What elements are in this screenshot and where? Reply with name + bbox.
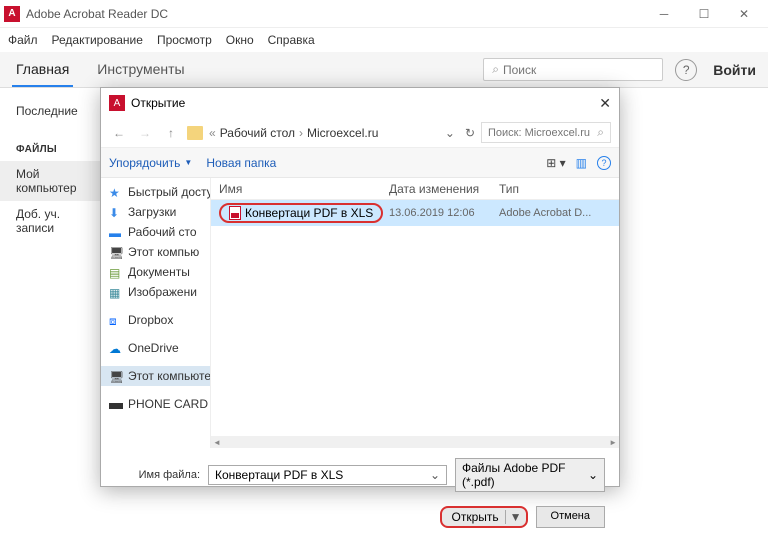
nav-back-button[interactable]: ← bbox=[109, 126, 129, 140]
search-input[interactable] bbox=[503, 63, 658, 77]
nav-thispc[interactable]: 🖥Этот компьютер bbox=[101, 366, 210, 386]
crumb-folder[interactable]: Microexcel.ru bbox=[307, 126, 378, 140]
menu-edit[interactable]: Редактирование bbox=[52, 33, 143, 47]
open-button[interactable]: Открыть▼ bbox=[440, 506, 528, 528]
file-list: Имя Дата изменения Тип Конвертаци PDF в … bbox=[211, 178, 619, 448]
nav-documents[interactable]: ▤Документы bbox=[101, 262, 210, 282]
search-icon: ⌕ bbox=[492, 62, 499, 77]
maximize-button[interactable]: ☐ bbox=[684, 0, 724, 28]
app-sidebar: Последние ФАЙЛЫ Мой компьютер Доб. уч. з… bbox=[0, 88, 100, 251]
file-date: 13.06.2019 12:06 bbox=[389, 207, 499, 219]
pdf-icon bbox=[229, 206, 241, 220]
file-name-highlight: Конвертаци PDF в XLS bbox=[219, 203, 383, 223]
filetype-filter[interactable]: Файлы Adobe PDF (*.pdf)⌄ bbox=[455, 458, 605, 492]
dialog-search[interactable]: ⌕ bbox=[481, 122, 611, 143]
col-name[interactable]: Имя bbox=[219, 182, 389, 196]
onedrive-icon: ☁ bbox=[109, 342, 123, 354]
app-logo-icon: A bbox=[4, 6, 20, 22]
tab-tools[interactable]: Инструменты bbox=[93, 53, 188, 87]
tabbar: Главная Инструменты ⌕ ? Войти bbox=[0, 52, 768, 88]
dialog-toolbar: Упорядочить▼ Новая папка ⊞ ▾ ▥ ? bbox=[101, 148, 619, 178]
nav-images[interactable]: ▦Изображени bbox=[101, 282, 210, 302]
organize-button[interactable]: Упорядочить▼ bbox=[109, 156, 192, 170]
horizontal-scrollbar[interactable] bbox=[211, 436, 619, 448]
titlebar: A Adobe Acrobat Reader DC ─ ☐ ✕ bbox=[0, 0, 768, 28]
close-button[interactable]: ✕ bbox=[724, 0, 764, 28]
nav-desktop[interactable]: ▬Рабочий сто bbox=[101, 222, 210, 242]
newfolder-button[interactable]: Новая папка bbox=[206, 156, 276, 170]
col-type[interactable]: Тип bbox=[499, 182, 519, 196]
menu-window[interactable]: Окно bbox=[226, 33, 254, 47]
cancel-button[interactable]: Отмена bbox=[536, 506, 605, 528]
refresh-icon[interactable]: ↻ bbox=[465, 126, 475, 140]
download-icon: ⬇ bbox=[109, 206, 123, 218]
crumb-desktop[interactable]: Рабочий стол bbox=[220, 126, 295, 140]
nav-phonecard[interactable]: PHONE CARD (E:) bbox=[101, 394, 210, 414]
dialog-nav: ← → ↑ « Рабочий стол › Microexcel.ru ⌄ ↻… bbox=[101, 118, 619, 148]
col-date[interactable]: Дата изменения bbox=[389, 182, 499, 196]
dialog-close-button[interactable]: ✕ bbox=[599, 95, 611, 112]
dialog-nav-tree: ★Быстрый доступ ⬇Загрузки ▬Рабочий сто 🖥… bbox=[101, 178, 211, 448]
dialog-title: Открытие bbox=[131, 96, 185, 110]
nav-thispc-pin[interactable]: 🖥Этот компью bbox=[101, 242, 210, 262]
documents-icon: ▤ bbox=[109, 266, 123, 278]
nav-downloads[interactable]: ⬇Загрузки bbox=[101, 202, 210, 222]
menubar: Файл Редактирование Просмотр Окно Справк… bbox=[0, 28, 768, 52]
menu-file[interactable]: Файл bbox=[8, 33, 38, 47]
sidebar-addaccount[interactable]: Доб. уч. записи bbox=[0, 201, 100, 241]
dropbox-icon: ⧈ bbox=[109, 314, 123, 326]
nav-up-button[interactable]: ↑ bbox=[161, 126, 181, 140]
dialog-titlebar: A Открытие ✕ bbox=[101, 88, 619, 118]
open-dropdown-icon[interactable]: ▼ bbox=[505, 510, 522, 524]
menu-view[interactable]: Просмотр bbox=[157, 33, 212, 47]
search-box[interactable]: ⌕ bbox=[483, 58, 663, 81]
sidebar-mycomputer[interactable]: Мой компьютер bbox=[0, 161, 100, 201]
help-button[interactable]: ? bbox=[675, 59, 697, 81]
view-options-button[interactable]: ⊞ ▾ bbox=[546, 156, 565, 170]
file-name-text: Конвертаци PDF в XLS bbox=[245, 206, 373, 220]
file-row[interactable]: Конвертаци PDF в XLS 13.06.2019 12:06 Ad… bbox=[211, 200, 619, 226]
drive-icon bbox=[109, 403, 123, 409]
preview-pane-button[interactable]: ▥ bbox=[576, 156, 587, 170]
file-list-header: Имя Дата изменения Тип bbox=[211, 178, 619, 200]
nav-forward-button[interactable]: → bbox=[135, 126, 155, 140]
signin-button[interactable]: Войти bbox=[713, 62, 756, 78]
filename-label: Имя файла: bbox=[115, 469, 200, 481]
help-icon[interactable]: ? bbox=[597, 156, 611, 170]
pc-icon: 🖥 bbox=[109, 370, 123, 382]
minimize-button[interactable]: ─ bbox=[644, 0, 684, 28]
desktop-icon: ▬ bbox=[109, 226, 123, 238]
nav-dropbox[interactable]: ⧈Dropbox bbox=[101, 310, 210, 330]
search-icon: ⌕ bbox=[597, 125, 604, 140]
pc-icon: 🖥 bbox=[109, 246, 123, 258]
dialog-logo-icon: A bbox=[109, 95, 125, 111]
images-icon: ▦ bbox=[109, 286, 123, 298]
sidebar-recent[interactable]: Последние bbox=[0, 98, 100, 124]
breadcrumb[interactable]: « Рабочий стол › Microexcel.ru ⌄ ↻ bbox=[209, 126, 475, 140]
star-icon: ★ bbox=[109, 186, 123, 198]
menu-help[interactable]: Справка bbox=[268, 33, 315, 47]
folder-icon bbox=[187, 126, 203, 140]
filename-input[interactable]: Конвертаци PDF в XLS⌄ bbox=[208, 465, 447, 485]
dialog-search-input[interactable] bbox=[488, 127, 597, 139]
app-title: Adobe Acrobat Reader DC bbox=[26, 7, 168, 21]
nav-onedrive[interactable]: ☁OneDrive bbox=[101, 338, 210, 358]
open-dialog: A Открытие ✕ ← → ↑ « Рабочий стол › Micr… bbox=[100, 87, 620, 487]
dialog-footer: Имя файла: Конвертаци PDF в XLS⌄ Файлы A… bbox=[101, 448, 619, 538]
file-type: Adobe Acrobat D... bbox=[499, 207, 591, 219]
tab-home[interactable]: Главная bbox=[12, 53, 73, 87]
nav-quickaccess[interactable]: ★Быстрый доступ bbox=[101, 182, 210, 202]
sidebar-files-header: ФАЙЛЫ bbox=[0, 138, 100, 161]
